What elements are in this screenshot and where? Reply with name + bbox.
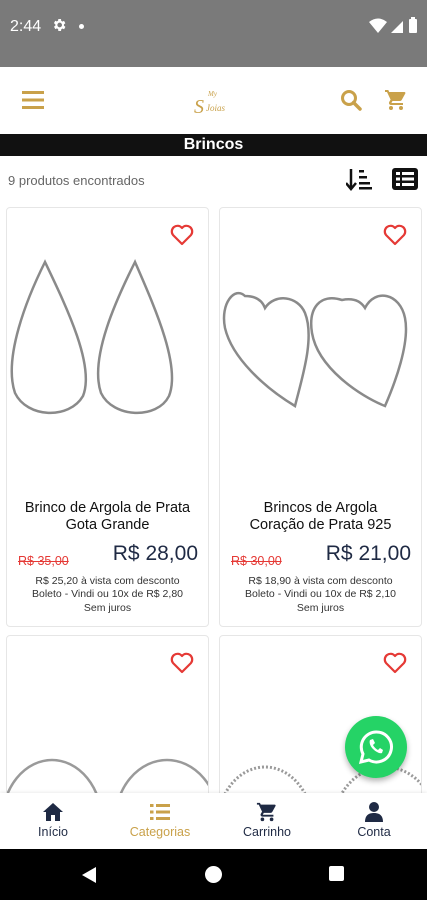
current-price: R$ 28,00: [112, 542, 198, 565]
status-time: 2:44: [10, 18, 42, 35]
nav-label: Categorias: [129, 825, 191, 839]
product-card[interactable]: [6, 635, 209, 805]
result-count: 9 produtos encontrados: [8, 173, 145, 188]
recent-apps-icon[interactable]: [329, 866, 344, 881]
product-name-line-2: Coração de Prata 925: [249, 517, 392, 533]
sort-icon[interactable]: [346, 167, 372, 191]
svg-text:My: My: [207, 90, 218, 98]
no-interest-text: Sem juros: [296, 602, 345, 614]
bottom-navigation: Início Categorias Carrinho Conta: [0, 793, 427, 849]
favorite-heart-icon[interactable]: [170, 224, 194, 246]
hamburger-menu-icon[interactable]: [22, 90, 44, 110]
brand-logo[interactable]: My S Joias: [188, 81, 240, 121]
home-icon: [43, 803, 63, 821]
whatsapp-button[interactable]: [345, 716, 407, 778]
nav-item-inicio[interactable]: Início: [0, 793, 106, 849]
user-icon: [365, 802, 383, 822]
system-navigation-bar: [0, 849, 427, 900]
product-image[interactable]: [7, 208, 209, 490]
product-card[interactable]: Brinco de Argola de Prata Gota Grande R$…: [6, 207, 209, 627]
nav-label: Início: [38, 825, 68, 839]
status-bar: 2:44: [0, 0, 427, 67]
system-status-icons: [369, 17, 417, 33]
search-icon[interactable]: [340, 89, 362, 111]
product-name-line-2: Gota Grande: [65, 517, 150, 533]
nav-label: Carrinho: [243, 825, 291, 839]
product-name[interactable]: Brinco de Argola de Prata Gota Grande: [13, 500, 202, 534]
favorite-heart-icon[interactable]: [383, 652, 407, 674]
page-title: Brincos: [0, 134, 427, 156]
home-button-icon[interactable]: [205, 866, 222, 883]
cash-discount-text: R$ 18,90 à vista com desconto: [248, 575, 393, 587]
no-interest-text: Sem juros: [83, 602, 132, 614]
old-price: R$ 35,00: [18, 554, 69, 568]
back-icon[interactable]: [80, 865, 98, 885]
nav-label: Conta: [357, 825, 391, 839]
favorite-heart-icon[interactable]: [383, 224, 407, 246]
cart-icon: [256, 802, 276, 822]
notification-dot-icon: [79, 24, 84, 29]
nav-item-carrinho[interactable]: Carrinho: [214, 793, 320, 849]
svg-text:S: S: [194, 96, 204, 118]
installments-text: Boleto - Vindi ou 10x de R$ 2,80: [32, 588, 183, 600]
list-icon: [150, 804, 170, 820]
favorite-heart-icon[interactable]: [170, 652, 194, 674]
settings-icon: [53, 19, 66, 31]
old-price: R$ 30,00: [231, 554, 282, 568]
product-name-line-1: Brinco de Argola de Prata: [24, 500, 191, 516]
installments-text: Boleto - Vindi ou 10x de R$ 2,10: [245, 588, 396, 600]
svg-text:Joias: Joias: [206, 103, 225, 113]
product-name-line-1: Brincos de Argola: [263, 500, 378, 516]
product-name[interactable]: Brincos de Argola Coração de Prata 925: [226, 500, 415, 534]
whatsapp-icon: [358, 730, 393, 765]
nav-item-conta[interactable]: Conta: [321, 793, 427, 849]
cash-discount-text: R$ 25,20 à vista com desconto: [35, 575, 180, 587]
app-header: My S Joias: [0, 67, 427, 134]
product-card[interactable]: Brincos de Argola Coração de Prata 925 R…: [219, 207, 422, 627]
list-view-icon[interactable]: [392, 168, 418, 190]
cart-icon[interactable]: [384, 88, 408, 112]
product-image[interactable]: [220, 208, 422, 490]
current-price: R$ 21,00: [325, 542, 411, 565]
nav-item-categorias[interactable]: Categorias: [107, 793, 213, 849]
